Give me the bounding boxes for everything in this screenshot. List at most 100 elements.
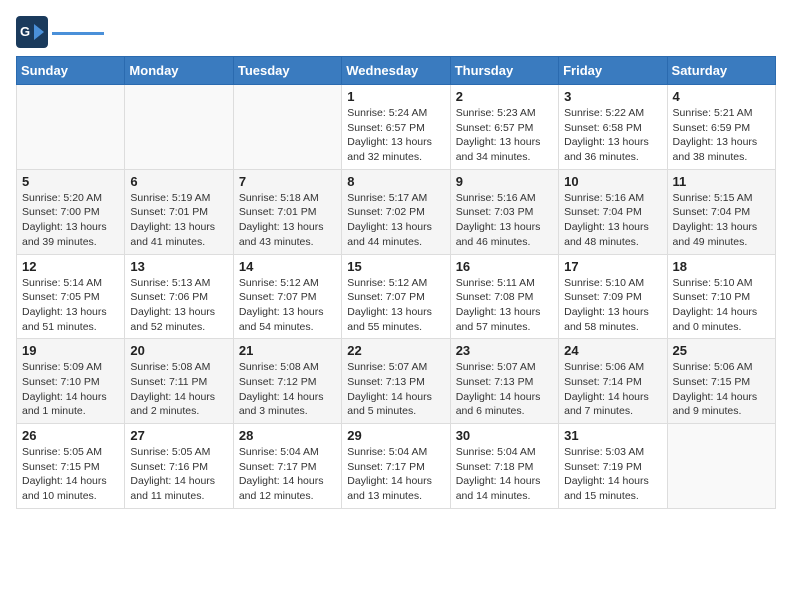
day-info: Sunrise: 5:16 AM Sunset: 7:03 PM Dayligh… — [456, 191, 553, 250]
day-number: 12 — [22, 259, 119, 274]
day-info: Sunrise: 5:04 AM Sunset: 7:17 PM Dayligh… — [239, 445, 336, 504]
day-number: 25 — [673, 343, 770, 358]
day-info: Sunrise: 5:08 AM Sunset: 7:11 PM Dayligh… — [130, 360, 227, 419]
day-info: Sunrise: 5:16 AM Sunset: 7:04 PM Dayligh… — [564, 191, 661, 250]
day-number: 21 — [239, 343, 336, 358]
day-number: 26 — [22, 428, 119, 443]
day-info: Sunrise: 5:07 AM Sunset: 7:13 PM Dayligh… — [347, 360, 444, 419]
header-day-monday: Monday — [125, 57, 233, 85]
day-info: Sunrise: 5:06 AM Sunset: 7:14 PM Dayligh… — [564, 360, 661, 419]
day-info: Sunrise: 5:18 AM Sunset: 7:01 PM Dayligh… — [239, 191, 336, 250]
day-cell-24: 24 Sunrise: 5:06 AM Sunset: 7:14 PM Dayli… — [559, 339, 667, 424]
day-cell-12: 12 Sunrise: 5:14 AM Sunset: 7:05 PM Dayli… — [17, 254, 125, 339]
day-cell-9: 9 Sunrise: 5:16 AM Sunset: 7:03 PM Daylig… — [450, 169, 558, 254]
day-number: 17 — [564, 259, 661, 274]
day-info: Sunrise: 5:24 AM Sunset: 6:57 PM Dayligh… — [347, 106, 444, 165]
day-info: Sunrise: 5:12 AM Sunset: 7:07 PM Dayligh… — [239, 276, 336, 335]
day-cell-4: 4Sunrise: 5:21 AM Sunset: 6:59 PM Daylig… — [667, 85, 775, 170]
empty-cell — [667, 424, 775, 509]
logo: G — [16, 16, 104, 48]
day-info: Sunrise: 5:20 AM Sunset: 7:00 PM Dayligh… — [22, 191, 119, 250]
day-info: Sunrise: 5:14 AM Sunset: 7:05 PM Dayligh… — [22, 276, 119, 335]
day-info: Sunrise: 5:15 AM Sunset: 7:04 PM Dayligh… — [673, 191, 770, 250]
day-number: 30 — [456, 428, 553, 443]
header-day-friday: Friday — [559, 57, 667, 85]
day-info: Sunrise: 5:19 AM Sunset: 7:01 PM Dayligh… — [130, 191, 227, 250]
header-day-sunday: Sunday — [17, 57, 125, 85]
day-cell-20: 20 Sunrise: 5:08 AM Sunset: 7:11 PM Dayli… — [125, 339, 233, 424]
day-number: 7 — [239, 174, 336, 189]
day-number: 5 — [22, 174, 119, 189]
day-info: Sunrise: 5:04 AM Sunset: 7:18 PM Dayligh… — [456, 445, 553, 504]
empty-cell — [125, 85, 233, 170]
day-number: 14 — [239, 259, 336, 274]
day-number: 10 — [564, 174, 661, 189]
day-info: Sunrise: 5:23 AM Sunset: 6:57 PM Dayligh… — [456, 106, 553, 165]
day-info: Sunrise: 5:13 AM Sunset: 7:06 PM Dayligh… — [130, 276, 227, 335]
day-cell-3: 3 Sunrise: 5:22 AM Sunset: 6:58 PM Daylig… — [559, 85, 667, 170]
day-number: 9 — [456, 174, 553, 189]
svg-text:G: G — [20, 24, 30, 39]
day-info: Sunrise: 5:05 AM Sunset: 7:16 PM Dayligh… — [130, 445, 227, 504]
day-number: 19 — [22, 343, 119, 358]
day-cell-1: 1Sunrise: 5:24 AM Sunset: 6:57 PM Daylig… — [342, 85, 450, 170]
day-cell-2: 2Sunrise: 5:23 AM Sunset: 6:57 PM Daylig… — [450, 85, 558, 170]
day-info: Sunrise: 5:22 AM Sunset: 6:58 PM Dayligh… — [564, 106, 661, 165]
header-day-thursday: Thursday — [450, 57, 558, 85]
day-cell-14: 14 Sunrise: 5:12 AM Sunset: 7:07 PM Dayli… — [233, 254, 341, 339]
day-cell-23: 23Sunrise: 5:07 AM Sunset: 7:13 PM Dayli… — [450, 339, 558, 424]
day-cell-5: 5 Sunrise: 5:20 AM Sunset: 7:00 PM Daylig… — [17, 169, 125, 254]
day-number: 16 — [456, 259, 553, 274]
day-number: 29 — [347, 428, 444, 443]
header-day-saturday: Saturday — [667, 57, 775, 85]
day-cell-8: 8Sunrise: 5:17 AM Sunset: 7:02 PM Daylig… — [342, 169, 450, 254]
day-cell-7: 7 Sunrise: 5:18 AM Sunset: 7:01 PM Daylig… — [233, 169, 341, 254]
day-number: 31 — [564, 428, 661, 443]
day-cell-6: 6 Sunrise: 5:19 AM Sunset: 7:01 PM Daylig… — [125, 169, 233, 254]
day-info: Sunrise: 5:07 AM Sunset: 7:13 PM Dayligh… — [456, 360, 553, 419]
empty-cell — [17, 85, 125, 170]
day-cell-30: 30 Sunrise: 5:04 AM Sunset: 7:18 PM Dayli… — [450, 424, 558, 509]
day-number: 4 — [673, 89, 770, 104]
logo-icon: G — [16, 16, 48, 48]
day-info: Sunrise: 5:05 AM Sunset: 7:15 PM Dayligh… — [22, 445, 119, 504]
day-number: 27 — [130, 428, 227, 443]
day-number: 13 — [130, 259, 227, 274]
header-day-tuesday: Tuesday — [233, 57, 341, 85]
header: G — [16, 16, 776, 48]
day-number: 3 — [564, 89, 661, 104]
day-info: Sunrise: 5:09 AM Sunset: 7:10 PM Dayligh… — [22, 360, 119, 419]
day-info: Sunrise: 5:12 AM Sunset: 7:07 PM Dayligh… — [347, 276, 444, 335]
day-info: Sunrise: 5:06 AM Sunset: 7:15 PM Dayligh… — [673, 360, 770, 419]
day-number: 20 — [130, 343, 227, 358]
week-row-4: 19 Sunrise: 5:09 AM Sunset: 7:10 PM Dayli… — [17, 339, 776, 424]
day-number: 15 — [347, 259, 444, 274]
day-info: Sunrise: 5:08 AM Sunset: 7:12 PM Dayligh… — [239, 360, 336, 419]
day-cell-26: 26 Sunrise: 5:05 AM Sunset: 7:15 PM Dayli… — [17, 424, 125, 509]
day-info: Sunrise: 5:10 AM Sunset: 7:09 PM Dayligh… — [564, 276, 661, 335]
empty-cell — [233, 85, 341, 170]
day-cell-21: 21 Sunrise: 5:08 AM Sunset: 7:12 PM Dayli… — [233, 339, 341, 424]
day-number: 18 — [673, 259, 770, 274]
day-info: Sunrise: 5:03 AM Sunset: 7:19 PM Dayligh… — [564, 445, 661, 504]
day-info: Sunrise: 5:11 AM Sunset: 7:08 PM Dayligh… — [456, 276, 553, 335]
week-row-1: 1Sunrise: 5:24 AM Sunset: 6:57 PM Daylig… — [17, 85, 776, 170]
day-number: 6 — [130, 174, 227, 189]
day-info: Sunrise: 5:04 AM Sunset: 7:17 PM Dayligh… — [347, 445, 444, 504]
week-row-3: 12 Sunrise: 5:14 AM Sunset: 7:05 PM Dayli… — [17, 254, 776, 339]
day-cell-28: 28 Sunrise: 5:04 AM Sunset: 7:17 PM Dayli… — [233, 424, 341, 509]
day-number: 8 — [347, 174, 444, 189]
week-row-5: 26 Sunrise: 5:05 AM Sunset: 7:15 PM Dayli… — [17, 424, 776, 509]
day-cell-16: 16 Sunrise: 5:11 AM Sunset: 7:08 PM Dayli… — [450, 254, 558, 339]
day-number: 28 — [239, 428, 336, 443]
day-number: 24 — [564, 343, 661, 358]
calendar-table: SundayMondayTuesdayWednesdayThursdayFrid… — [16, 56, 776, 509]
day-number: 22 — [347, 343, 444, 358]
week-row-2: 5 Sunrise: 5:20 AM Sunset: 7:00 PM Daylig… — [17, 169, 776, 254]
day-cell-15: 15 Sunrise: 5:12 AM Sunset: 7:07 PM Dayli… — [342, 254, 450, 339]
day-cell-25: 25 Sunrise: 5:06 AM Sunset: 7:15 PM Dayli… — [667, 339, 775, 424]
day-cell-10: 10 Sunrise: 5:16 AM Sunset: 7:04 PM Dayli… — [559, 169, 667, 254]
day-cell-27: 27 Sunrise: 5:05 AM Sunset: 7:16 PM Dayli… — [125, 424, 233, 509]
header-row: SundayMondayTuesdayWednesdayThursdayFrid… — [17, 57, 776, 85]
day-info: Sunrise: 5:10 AM Sunset: 7:10 PM Dayligh… — [673, 276, 770, 335]
